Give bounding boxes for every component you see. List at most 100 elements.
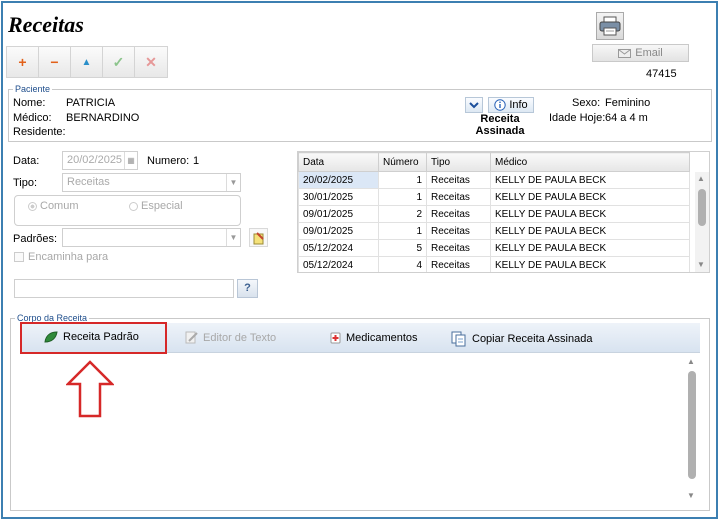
expand-button[interactable] [465,97,483,113]
nome-label: Nome: [13,97,46,109]
cell-data: 09/01/2025 [298,205,379,223]
table-row[interactable]: 09/01/2025 2 Receitas KELLY DE PAULA BECK [298,205,690,223]
tipo-select[interactable]: Receitas ▼ [62,173,241,192]
medico-label: Médico: [13,112,52,124]
confirm-button[interactable]: ✓ [103,47,135,77]
tab-copiar-label: Copiar Receita Assinada [472,333,593,345]
receita-body-editor[interactable] [20,353,700,505]
encaminha-label: Encaminha para [28,251,109,263]
cell-medico: KELLY DE PAULA BECK [490,256,690,272]
cell-data: 09/01/2025 [298,222,379,240]
cell-numero: 5 [378,239,427,257]
cell-tipo: Receitas [426,205,491,223]
sexo-label: Sexo: [572,97,601,109]
padroes-edit-button[interactable] [249,228,268,247]
tipo-label: Tipo: [13,177,38,189]
info-label: Info [509,99,528,111]
table-row[interactable]: 30/01/2025 1 Receitas KELLY DE PAULA BECK [298,188,690,206]
pencil-icon [185,331,198,344]
add-button[interactable]: + [7,47,39,77]
radio-especial-label: Especial [141,200,183,212]
copy-icon [451,331,466,347]
cell-data: 05/12/2024 [298,239,379,257]
record-number: 47415 [646,68,677,80]
scroll-down-icon[interactable]: ▼ [687,491,695,500]
chevron-down-icon: ▼ [226,174,240,191]
help-button[interactable]: ? [237,279,258,298]
arrow-up-icon [66,360,114,418]
cell-numero: 1 [378,222,427,240]
chevron-down-icon [469,102,479,109]
tab-medicamentos[interactable]: Medicamentos [330,331,418,344]
padroes-select[interactable]: ▼ [62,228,241,247]
cell-data: 30/01/2025 [298,188,379,206]
cell-tipo: Receitas [426,188,491,206]
cell-numero: 1 [378,171,427,189]
data-input[interactable]: 20/02/2025 ▦ [62,151,138,170]
cell-medico: KELLY DE PAULA BECK [490,239,690,257]
cell-numero: 4 [378,256,427,272]
tab-editor-label: Editor de Texto [203,331,277,344]
calendar-icon[interactable]: ▦ [124,152,137,169]
col-tipo[interactable]: Tipo [426,152,491,172]
data-label: Data: [13,155,40,167]
cell-tipo: Receitas [426,222,491,240]
tab-editor-texto[interactable]: Editor de Texto [185,331,276,344]
cell-tipo: Receitas [426,256,491,272]
page-title: Receitas [8,12,84,37]
cell-medico: KELLY DE PAULA BECK [490,222,690,240]
cell-medico: KELLY DE PAULA BECK [490,171,690,189]
table-row[interactable]: 09/01/2025 1 Receitas KELLY DE PAULA BECK [298,222,690,240]
data-value: 20/02/2025 [67,154,123,166]
cancel-button[interactable]: ✕ [135,47,167,77]
info-button[interactable]: Info [488,97,534,113]
remove-button[interactable]: − [39,47,71,77]
radio-comum-label: Comum [40,200,79,212]
scroll-up-icon[interactable]: ▲ [687,357,695,366]
print-button[interactable] [596,12,624,40]
grid-scrollbar[interactable]: ▲ ▼ [695,172,709,272]
cell-tipo: Receitas [426,239,491,257]
col-numero[interactable]: Número [378,152,427,172]
residente-label: Residente: [13,126,66,138]
envelope-icon [618,48,632,58]
padroes-label: Padrões: [13,233,58,245]
medkit-icon [330,332,341,344]
cell-tipo: Receitas [426,171,491,189]
medico-value: BERNARDINO [66,112,140,124]
sexo-value: Feminino [605,97,651,109]
encaminha-checkbox[interactable]: Encaminha para [14,251,108,263]
move-up-button[interactable]: ▲ [71,47,103,77]
col-medico[interactable]: Médico [490,152,690,172]
radio-comum[interactable]: Comum [28,200,79,212]
cell-medico: KELLY DE PAULA BECK [490,188,690,206]
scroll-down-icon[interactable]: ▼ [697,260,705,269]
cell-medico: KELLY DE PAULA BECK [490,205,690,223]
numero-label: Numero: [147,155,190,167]
cell-numero: 1 [378,188,427,206]
grid-scroll-thumb[interactable] [698,189,706,226]
tab-copiar-receita[interactable]: Copiar Receita Assinada [451,331,592,347]
table-row[interactable]: 20/02/2025 1 Receitas KELLY DE PAULA BECK [298,171,690,189]
nome-value: PATRICIA [66,97,116,109]
email-button[interactable]: Email [592,44,689,62]
tab-medicamentos-label: Medicamentos [346,331,418,344]
table-row[interactable]: 05/12/2024 4 Receitas KELLY DE PAULA BECK [298,256,690,272]
edit-note-icon [253,231,264,244]
numero-value: 1 [193,155,200,167]
toolbar: + − ▲ ✓ ✕ [6,46,168,78]
cell-numero: 2 [378,205,427,223]
highlight-box [20,322,167,354]
info-icon [494,99,507,111]
scroll-up-icon[interactable]: ▲ [697,174,705,183]
cell-data: 20/02/2025 [298,171,379,189]
table-row[interactable]: 05/12/2024 5 Receitas KELLY DE PAULA BECK [298,239,690,257]
encaminha-input[interactable] [14,279,234,298]
body-scroll-thumb[interactable] [688,371,696,479]
receitas-grid: Data Número Tipo Médico 20/02/2025 1 Recei… [297,151,710,273]
radio-especial[interactable]: Especial [129,200,183,212]
body-scrollbar[interactable]: ▲ ▼ [685,355,699,503]
patient-legend: Paciente [15,84,51,94]
chevron-down-icon: ▼ [226,229,240,246]
col-data[interactable]: Data [298,152,379,172]
